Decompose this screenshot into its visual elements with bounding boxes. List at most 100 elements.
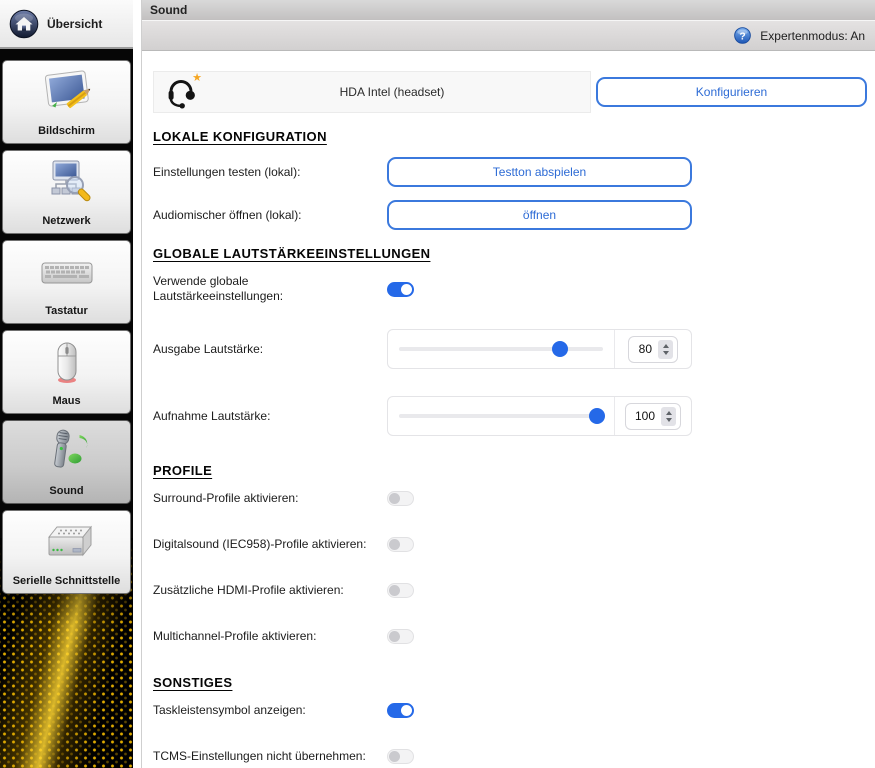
chevron-down-icon[interactable] [666,418,672,422]
multichannel-profile-toggle[interactable] [387,629,414,644]
play-test-tone-button[interactable]: Testton abspielen [387,157,692,187]
screen-icon [38,61,96,125]
slider-thumb[interactable] [589,408,605,424]
chevron-up-icon[interactable] [663,344,669,348]
star-icon: ★ [192,71,202,84]
sidebar-item-tastatur[interactable]: Tastatur [2,240,131,324]
setting-label: Einstellungen testen (lokal): [153,165,387,180]
keyboard-icon [37,241,97,305]
audio-device-name: HDA Intel (headset) [204,85,580,99]
mouse-icon [43,331,91,395]
toggle-knob [389,539,400,550]
slider-thumb[interactable] [552,341,568,357]
hdmi-profile-toggle[interactable] [387,583,414,598]
toggle-knob [401,284,412,295]
setting-row-hdmi-profile: Zusätzliche HDMI-Profile aktivieren: [153,583,867,598]
sidebar-item-maus[interactable]: Maus [2,330,131,414]
sidebar: Übersicht [0,0,133,768]
toolbar: ? Expertenmodus: An [142,21,875,51]
sound-icon [39,421,95,485]
slider-track[interactable] [399,414,603,418]
toggle-knob [389,493,400,504]
setting-row-input-volume: Aufnahme Lautstärke: 100 [153,396,867,436]
output-volume-slider[interactable] [388,330,615,368]
toggle-knob [389,631,400,642]
expert-mode-status: Expertenmodus: An [760,29,865,43]
setting-row-surround-profile: Surround-Profile aktivieren: [153,491,867,506]
sidebar-item-label: Netzwerk [42,215,90,227]
input-volume-value: 100 [635,409,655,423]
input-volume-control: 100 [387,396,692,436]
toggle-knob [389,585,400,596]
input-volume-slider[interactable] [388,397,615,435]
sidebar-items: Bildschirm [0,49,133,594]
section-title-sonstiges: SONSTIGES [153,675,867,690]
slider-track[interactable] [399,347,603,351]
setting-row-output-volume: Ausgabe Lautstärke: 80 [153,329,867,369]
toggle-knob [401,705,412,716]
sidebar-item-sound[interactable]: Sound [2,420,131,504]
input-volume-input[interactable]: 100 [625,403,681,430]
tray-icon-toggle[interactable] [387,703,414,718]
use-global-volume-toggle[interactable] [387,282,414,297]
sidebar-item-label: Tastatur [45,305,88,317]
surround-profile-toggle[interactable] [387,491,414,506]
panel-title-bar: Sound [142,0,875,21]
sidebar-item-label: Bildschirm [38,125,95,137]
audio-device-panel: ★ HDA Intel (headset) [153,71,591,113]
question-mark-icon[interactable]: ? [734,27,751,44]
setting-label: TCMS-Einstellungen nicht übernehmen: [153,749,387,764]
number-stepper[interactable] [661,407,676,426]
serial-port-icon [38,511,96,575]
sidebar-item-serielle-schnittstelle[interactable]: Serielle Schnittstelle [2,510,131,594]
number-stepper[interactable] [658,340,673,359]
sound-settings-content: ★ HDA Intel (headset) Konfigurieren LOKA… [142,51,875,764]
input-volume-number: 100 [615,397,691,435]
setting-label: Audiomischer öffnen (lokal): [153,208,387,223]
network-icon [39,151,95,215]
setting-row-tray-icon: Taskleistensymbol anzeigen: [153,703,867,718]
sidebar-item-label: Maus [52,395,80,407]
configure-button[interactable]: Konfigurieren [596,77,867,107]
svg-text:?: ? [740,31,746,42]
toggle-knob [389,751,400,762]
output-volume-number: 80 [615,330,691,368]
sidebar-item-label: Sound [49,485,83,497]
setting-label: Zusätzliche HDMI-Profile aktivieren: [153,583,387,598]
section-title-profile: PROFILE [153,463,867,478]
chevron-down-icon[interactable] [663,351,669,355]
setting-label: Multichannel-Profile aktivieren: [153,629,387,644]
output-volume-control: 80 [387,329,692,369]
sidebar-item-overview[interactable]: Übersicht [0,0,133,49]
tcms-toggle[interactable] [387,749,414,764]
sidebar-item-label: Serielle Schnittstelle [13,575,121,587]
setting-row-digitalsound-profile: Digitalsound (IEC958)-Profile aktivieren… [153,537,867,552]
sidebar-item-bildschirm[interactable]: Bildschirm [2,60,131,144]
setting-row-multichannel-profile: Multichannel-Profile aktivieren: [153,629,867,644]
setting-label: Ausgabe Lautstärke: [153,342,387,357]
panel-title: Sound [150,3,187,17]
setting-label: Aufnahme Lautstärke: [153,409,387,424]
setting-row-test-settings: Einstellungen testen (lokal): Testton ab… [153,157,867,187]
home-icon [9,9,39,39]
app-window: Übersicht [0,0,875,768]
setting-row-tcms: TCMS-Einstellungen nicht übernehmen: [153,749,867,764]
setting-label: Verwende globale Lautstärkeeinstellungen… [153,274,387,304]
sidebar-item-netzwerk[interactable]: Netzwerk [2,150,131,234]
output-volume-value: 80 [638,342,652,356]
headset-icon: ★ [164,75,204,109]
section-title-globale-lautstaerke: GLOBALE LAUTSTÄRKEEINSTELLUNGEN [153,246,867,261]
audio-device-row: ★ HDA Intel (headset) Konfigurieren [153,71,867,113]
setting-label: Taskleistensymbol anzeigen: [153,703,387,718]
setting-row-use-global-volume: Verwende globale Lautstärkeeinstellungen… [153,274,867,304]
sidebar-item-overview-label: Übersicht [47,17,102,31]
section-title-lokale-konfiguration: LOKALE KONFIGURATION [153,129,867,144]
open-audio-mixer-button[interactable]: öffnen [387,200,692,230]
main-panel: Sound ? Expertenmodus: An [141,0,875,768]
setting-label: Surround-Profile aktivieren: [153,491,387,506]
chevron-up-icon[interactable] [666,411,672,415]
setting-row-open-mixer: Audiomischer öffnen (lokal): öffnen [153,200,867,230]
digitalsound-profile-toggle[interactable] [387,537,414,552]
output-volume-input[interactable]: 80 [628,336,678,363]
setting-label: Digitalsound (IEC958)-Profile aktivieren… [153,537,387,552]
